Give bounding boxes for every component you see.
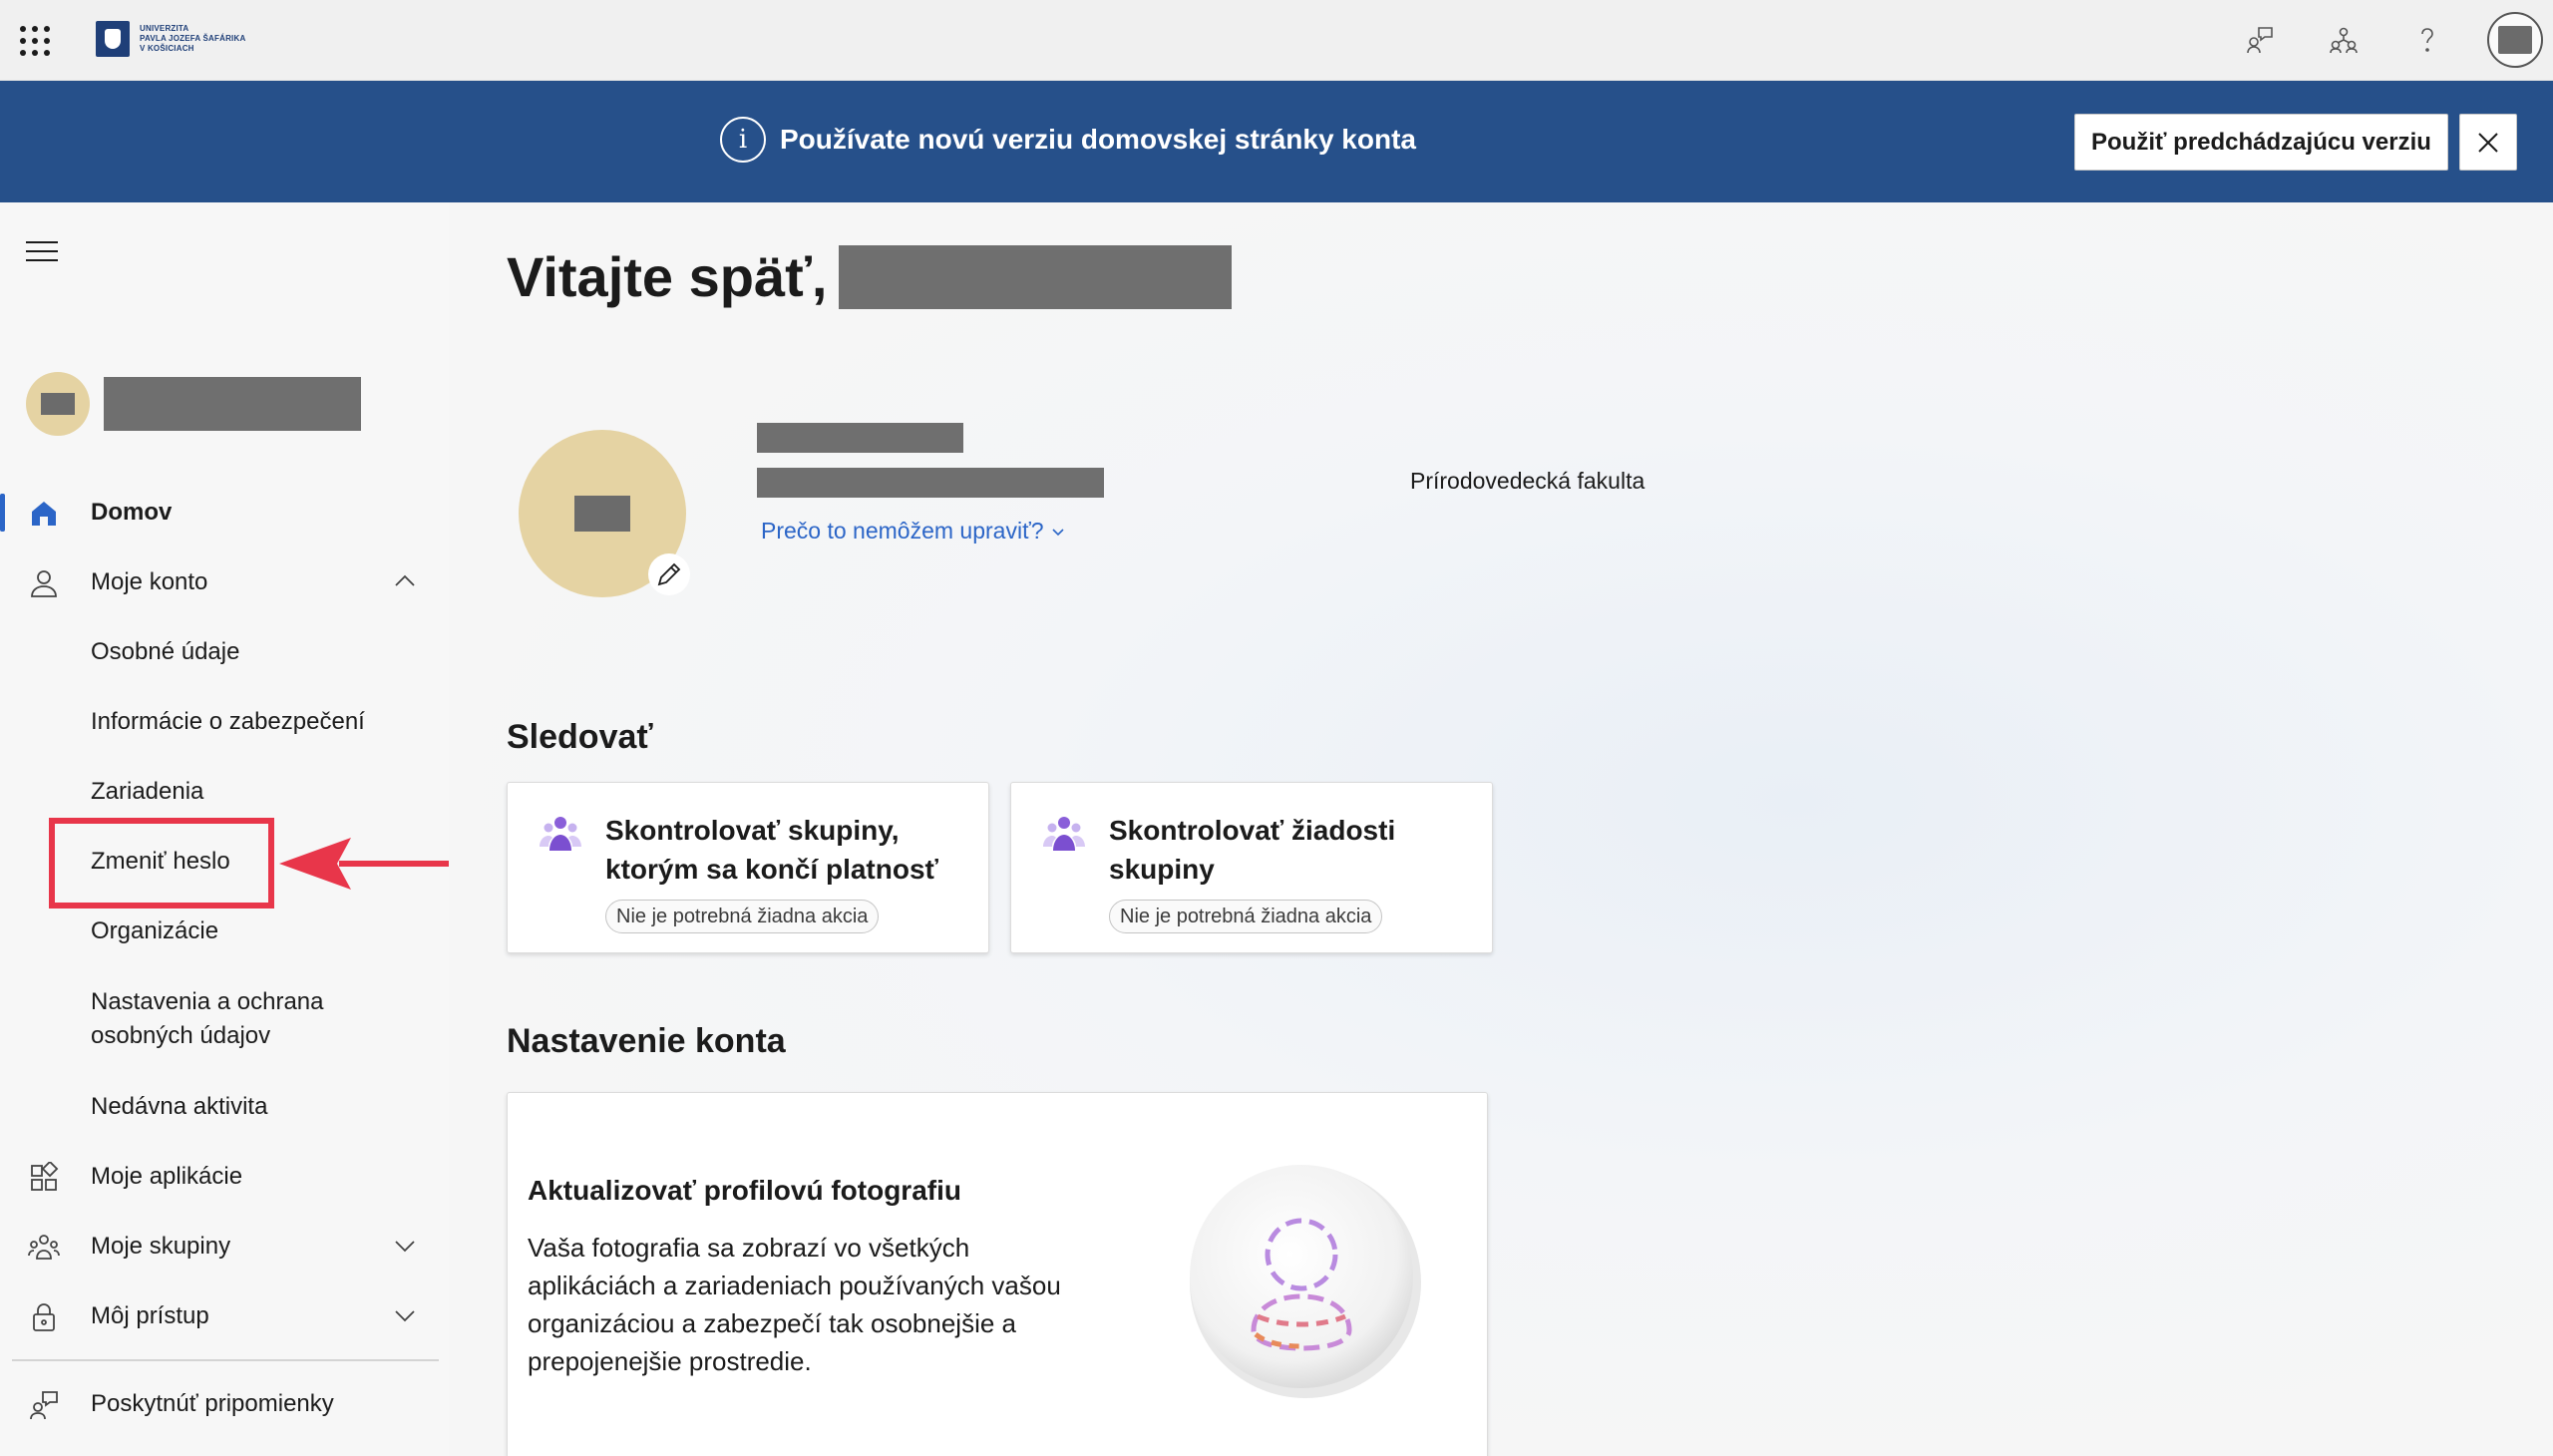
sidebar-item-label: Organizácie	[91, 917, 219, 944]
account-avatar[interactable]	[2487, 12, 2543, 68]
expiring-groups-card[interactable]: Skontrolovať skupiny, ktorým sa končí pl…	[507, 782, 989, 953]
sidebar-item-my-groups[interactable]: Moje skupiny	[0, 1212, 449, 1281]
sidebar-item-my-access[interactable]: Môj prístup	[0, 1281, 449, 1351]
sidebar-item-label: Moje konto	[91, 568, 208, 595]
sidebar-divider	[12, 1359, 439, 1361]
profile-photo-illustration-icon	[1190, 1165, 1421, 1398]
info-icon: i	[720, 117, 766, 163]
faculty-label: Prírodovedecká fakulta	[1410, 468, 1645, 494]
annotation-arrow	[279, 838, 475, 890]
sidebar-avatar	[26, 372, 90, 436]
groups-icon	[540, 817, 581, 851]
groups-icon	[28, 1235, 60, 1260]
pencil-icon	[657, 562, 681, 586]
status-badge: Nie je potrebná žiadna akcia	[605, 900, 880, 933]
use-previous-version-button[interactable]: Použiť predchádzajúcu verziu	[2074, 114, 2448, 171]
chevron-down-icon[interactable]	[391, 1232, 419, 1260]
sidebar-item-feedback[interactable]: Poskytnúť pripomienky	[0, 1369, 449, 1439]
follow-section-title: Sledovať	[507, 718, 653, 756]
main-content: Vitajte späť, Prečo to nemôžem upraviť? …	[449, 202, 2553, 1456]
university-logo[interactable]: UNIVERZITA PAVLA JOZEFA ŠAFÁRIKA V KOŠIC…	[96, 20, 245, 58]
home-icon	[32, 502, 56, 526]
sidebar-item-label: Môj prístup	[91, 1302, 209, 1329]
banner-message: Používate novú verziu domovskej stránky …	[780, 124, 1416, 155]
apps-icon	[31, 1162, 59, 1191]
sidebar-item-personal-info[interactable]: Osobné údaje	[0, 617, 449, 687]
sidebar-item-label: Moje aplikácie	[91, 1163, 243, 1190]
group-requests-card[interactable]: Skontrolovať žiadosti skupiny Nie je pot…	[1010, 782, 1493, 953]
person-icon	[31, 570, 57, 597]
sidebar-item-my-apps[interactable]: Moje aplikácie	[0, 1142, 449, 1212]
sidebar-item-label: Zariadenia	[91, 778, 204, 805]
chevron-up-icon[interactable]	[391, 567, 419, 595]
why-cant-edit-link[interactable]: Prečo to nemôžem upraviť?	[761, 518, 1065, 545]
sidebar-item-label: Nastavenia a ochrana osobných údajov	[91, 988, 324, 1049]
why-cant-edit-label: Prečo to nemôžem upraviť?	[761, 518, 1044, 544]
sidebar-item-label: Poskytnúť pripomienky	[91, 1390, 334, 1417]
sidebar-item-recent-activity[interactable]: Nedávna aktivita	[0, 1072, 449, 1142]
top-bar: UNIVERZITA PAVLA JOZEFA ŠAFÁRIKA V KOŠIC…	[0, 0, 2553, 81]
university-crest-icon	[96, 21, 130, 57]
logo-line-3: V KOŠICIACH	[140, 44, 194, 53]
feedback-icon[interactable]	[2218, 0, 2302, 80]
redacted-user-name	[839, 244, 1233, 309]
sidebar-item-label: Domov	[91, 499, 173, 526]
welcome-text: Vitajte späť,	[507, 245, 828, 308]
chevron-down-icon	[1052, 528, 1065, 536]
hamburger-menu-icon[interactable]	[26, 238, 58, 264]
update-profile-photo-card[interactable]: Aktualizovať profilovú fotografiu Vaša f…	[507, 1092, 1488, 1456]
sidebar-item-my-account[interactable]: Moje konto	[0, 547, 449, 617]
sidebar-item-label: Moje skupiny	[91, 1233, 231, 1260]
close-banner-button[interactable]	[2459, 114, 2517, 171]
account-settings-section-title: Nastavenie konta	[507, 1022, 786, 1060]
feedback-icon	[30, 1391, 58, 1420]
logo-line-1: UNIVERZITA	[140, 24, 189, 33]
groups-icon	[1043, 817, 1085, 851]
sidebar-item-home[interactable]: Domov	[0, 478, 449, 547]
sidebar-item-security-info[interactable]: Informácie o zabezpečení	[0, 687, 449, 757]
redacted-display-name	[757, 423, 963, 453]
help-icon[interactable]	[2385, 0, 2469, 80]
sidebar-nav: Domov Moje konto Osobné údaje Informácie…	[0, 478, 449, 1439]
chevron-down-icon[interactable]	[391, 1301, 419, 1329]
app-launcher-icon[interactable]	[18, 24, 50, 56]
edit-photo-button[interactable]	[648, 553, 690, 595]
access-icon	[33, 1303, 55, 1331]
change-password-highlight	[49, 818, 274, 909]
redacted-user-name	[104, 377, 361, 431]
new-version-banner: i Používate novú verziu domovskej stránk…	[0, 81, 2553, 202]
close-icon	[2478, 132, 2498, 153]
sidebar-item-label: Osobné údaje	[91, 638, 240, 665]
organization-icon[interactable]	[2302, 0, 2385, 80]
sidebar: Domov Moje konto Osobné údaje Informácie…	[0, 202, 475, 1456]
sidebar-item-settings-privacy[interactable]: Nastavenia a ochrana osobných údajov	[0, 966, 449, 1072]
welcome-heading: Vitajte späť,	[507, 244, 1233, 309]
card-title: Skontrolovať žiadosti skupiny	[1109, 815, 1396, 885]
sidebar-item-label: Nedávna aktivita	[91, 1093, 268, 1120]
sidebar-item-devices[interactable]: Zariadenia	[0, 757, 449, 827]
sidebar-item-label: Informácie o zabezpečení	[91, 708, 365, 735]
status-badge: Nie je potrebná žiadna akcia	[1109, 900, 1383, 933]
card-description: Vaša fotografia sa zobrazí vo všetkých a…	[528, 1233, 1061, 1376]
logo-line-2: PAVLA JOZEFA ŠAFÁRIKA	[140, 34, 246, 43]
card-title: Aktualizovať profilovú fotografiu	[528, 1175, 961, 1206]
card-title: Skontrolovať skupiny, ktorým sa končí pl…	[605, 815, 938, 885]
sidebar-user	[26, 372, 361, 436]
redacted-email	[757, 468, 1104, 498]
